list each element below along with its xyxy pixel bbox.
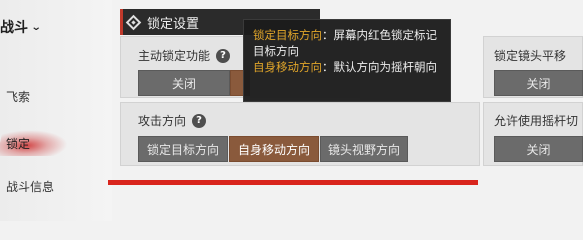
option-label: 锁定目标方向 bbox=[146, 142, 219, 157]
auto-lock-label-row: 主动锁定功能 ? bbox=[138, 47, 231, 64]
joystick-switch-label-row: 允许使用摇杆切 bbox=[494, 112, 578, 129]
lock-camera-pan-off-button[interactable]: 关闭 bbox=[494, 70, 583, 96]
sidebar-item-combat-info[interactable]: 战斗信息 bbox=[6, 178, 54, 195]
joystick-switch-label: 允许使用摇杆切 bbox=[494, 114, 579, 128]
attack-dir-camera-view-button[interactable]: 镜头视野方向 bbox=[320, 136, 408, 162]
sidebar-category-label: 战斗 bbox=[0, 20, 28, 36]
attack-direction-tooltip: 锁定目标方向：屏幕内红色锁定标记目标方向 自身移动方向：默认方向为摇杆朝向 bbox=[243, 19, 451, 102]
attack-dir-self-move-button[interactable]: 自身移动方向 bbox=[229, 136, 319, 162]
decorative-red-bar bbox=[108, 180, 478, 185]
tooltip-text-self-move: 默认方向为摇杆朝向 bbox=[333, 60, 438, 74]
attack-direction-label: 攻击方向 bbox=[138, 114, 187, 128]
auto-lock-off-label: 关闭 bbox=[171, 76, 196, 91]
tooltip-key-lock-target: 锁定目标方向 bbox=[253, 28, 322, 42]
tooltip-separator: ： bbox=[322, 28, 334, 42]
sidebar-item-label: 飞索 bbox=[6, 90, 31, 104]
help-icon[interactable]: ? bbox=[192, 113, 207, 128]
tooltip-key-self-move: 自身移动方向 bbox=[253, 60, 322, 74]
joystick-switch-off-label: 关闭 bbox=[526, 142, 551, 157]
target-icon bbox=[125, 14, 142, 30]
title-accent bbox=[120, 9, 123, 35]
chevron-down-icon: ⌄ bbox=[30, 21, 42, 33]
panel-title: 锁定设置 bbox=[147, 16, 200, 32]
lock-camera-pan-off-label: 关闭 bbox=[526, 76, 551, 91]
sidebar-item-lock[interactable]: 锁定 bbox=[6, 135, 30, 152]
joystick-switch-off-button[interactable]: 关闭 bbox=[494, 136, 583, 162]
option-label: 自身移动方向 bbox=[237, 142, 310, 157]
lock-camera-pan-label: 锁定镜头平移 bbox=[494, 49, 567, 63]
auto-lock-off-button[interactable]: 关闭 bbox=[138, 70, 230, 96]
help-icon[interactable]: ? bbox=[216, 48, 231, 63]
tooltip-separator: ： bbox=[322, 60, 334, 74]
sidebar-item-label: 战斗信息 bbox=[6, 180, 55, 194]
attack-dir-lock-target-button[interactable]: 锁定目标方向 bbox=[138, 136, 228, 162]
sidebar: 战斗 ⌄ 飞索 锁定 战斗信息 bbox=[0, 0, 112, 221]
lock-camera-pan-label-row: 锁定镜头平移 bbox=[494, 47, 566, 64]
sidebar-category-combat[interactable]: 战斗 ⌄ bbox=[0, 17, 42, 37]
sidebar-item-label: 锁定 bbox=[6, 137, 31, 151]
attack-direction-label-row: 攻击方向 ? bbox=[138, 112, 207, 129]
auto-lock-label: 主动锁定功能 bbox=[138, 49, 211, 63]
option-label: 镜头视野方向 bbox=[327, 142, 400, 157]
sidebar-item-grapple[interactable]: 飞索 bbox=[6, 88, 30, 105]
